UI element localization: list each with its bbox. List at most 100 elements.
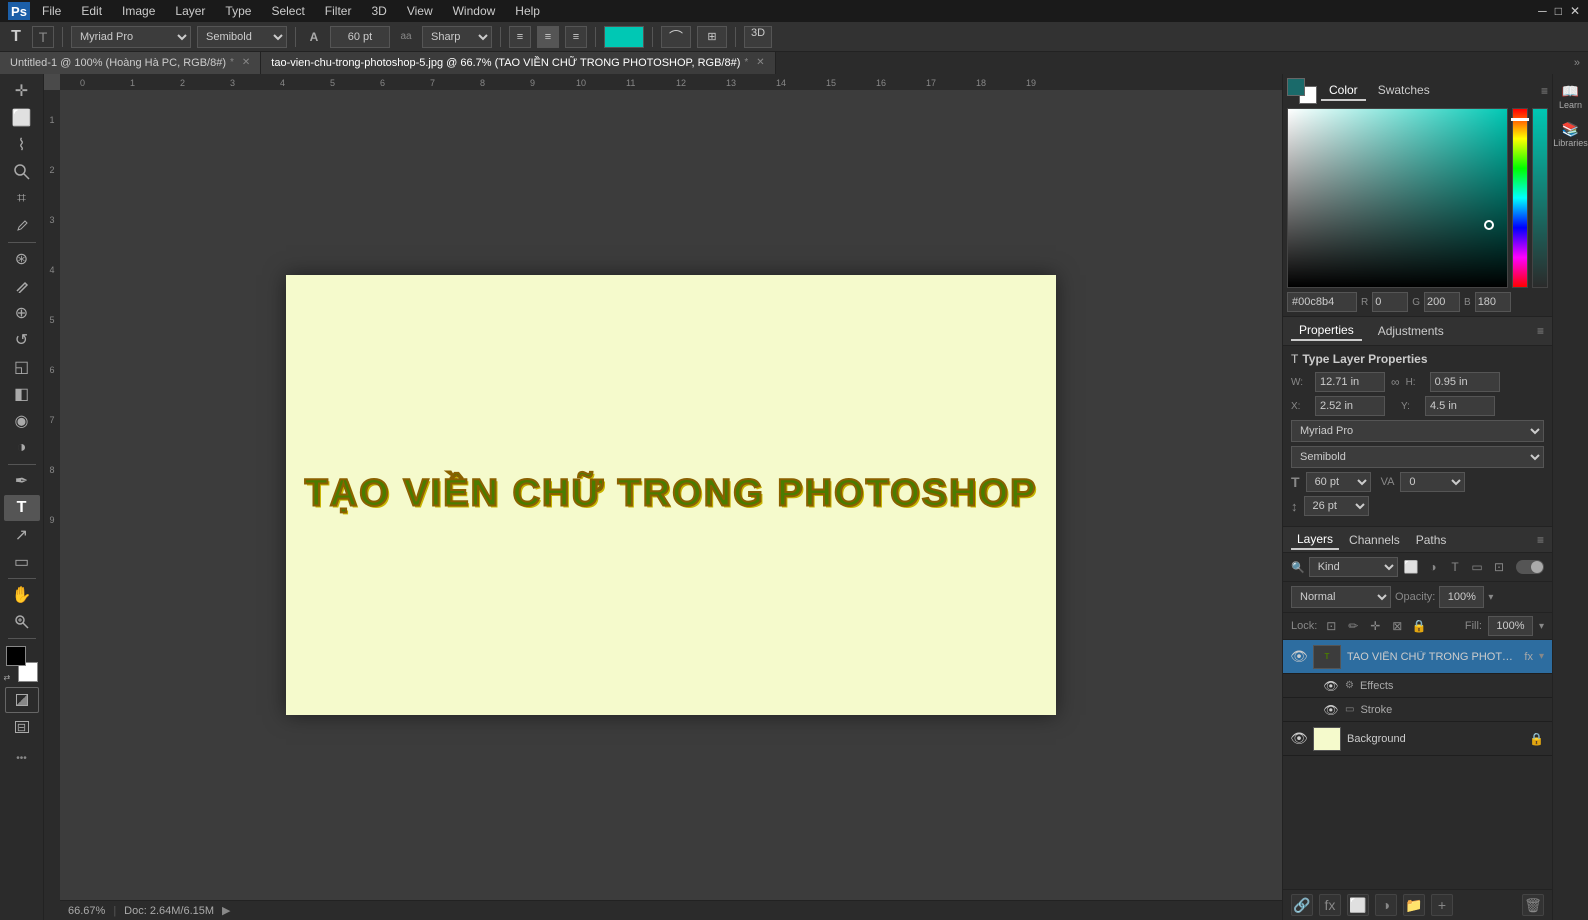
quick-mask-btn[interactable] bbox=[5, 687, 39, 713]
layer-text-item[interactable]: 👁 T TAO VIỀN CHỮ TRONG PHOTOSH... fx ▾ bbox=[1283, 640, 1552, 674]
move-tool[interactable]: ✛ bbox=[4, 78, 40, 104]
lasso-tool[interactable]: ⌇ bbox=[4, 132, 40, 158]
marquee-tool[interactable]: ⬜ bbox=[4, 105, 40, 131]
props-leading-select[interactable]: 26 pt bbox=[1304, 496, 1369, 516]
tab-untitled[interactable]: Untitled-1 @ 100% (Hoàng Hà PC, RGB/8#) … bbox=[0, 52, 261, 74]
swatches-tab[interactable]: Swatches bbox=[1370, 81, 1438, 101]
link-dimensions-icon[interactable]: ∞ bbox=[1391, 375, 1400, 389]
layer-bg-item[interactable]: 👁 Background 🔒 bbox=[1283, 722, 1552, 756]
color-picker-area[interactable] bbox=[1287, 108, 1548, 288]
fg-swatch[interactable] bbox=[6, 646, 26, 666]
props-size-select[interactable]: 60 pt bbox=[1306, 472, 1371, 492]
props-tracking-select[interactable]: 0 bbox=[1400, 472, 1465, 492]
layer-mask-btn[interactable]: ⬜ bbox=[1347, 894, 1369, 916]
expand-icon[interactable]: ▾ bbox=[1539, 651, 1544, 662]
rectangle-tool[interactable]: ▭ bbox=[4, 549, 40, 575]
opacity-slider[interactable] bbox=[1532, 108, 1548, 288]
spot-heal-tool[interactable]: ⊛ bbox=[4, 246, 40, 272]
color-hex-input[interactable]: #00c8b4 bbox=[1287, 292, 1357, 312]
menu-filter[interactable]: Filter bbox=[317, 0, 360, 22]
opacity-input[interactable] bbox=[1439, 586, 1484, 608]
warp-text-btn[interactable]: ⌒ bbox=[661, 26, 691, 48]
menu-help[interactable]: Help bbox=[507, 0, 548, 22]
layer-effects-item[interactable]: 👁 ⚙ Effects bbox=[1283, 674, 1552, 698]
lock-all-btn[interactable]: 🔒 bbox=[1411, 618, 1427, 634]
align-left-btn[interactable]: ≡ bbox=[509, 26, 531, 48]
menu-window[interactable]: Window bbox=[445, 0, 504, 22]
adjustments-tab[interactable]: Adjustments bbox=[1370, 322, 1452, 340]
y-input[interactable] bbox=[1425, 396, 1495, 416]
filter-adjust-icon[interactable]: ◑ bbox=[1424, 558, 1442, 576]
eraser-tool[interactable]: ◱ bbox=[4, 354, 40, 380]
font-size-input[interactable] bbox=[330, 26, 390, 48]
channels-tab[interactable]: Channels bbox=[1343, 531, 1406, 549]
aa-mode-select[interactable]: Sharp bbox=[422, 26, 492, 48]
brush-tool[interactable] bbox=[4, 273, 40, 299]
layer-new-btn[interactable]: + bbox=[1431, 894, 1453, 916]
menu-type[interactable]: Type bbox=[217, 0, 259, 22]
menu-layer[interactable]: Layer bbox=[167, 0, 213, 22]
menu-view[interactable]: View bbox=[399, 0, 441, 22]
color-swatch-preview[interactable] bbox=[1287, 78, 1317, 104]
learn-btn[interactable]: 📖 Learn bbox=[1557, 82, 1585, 110]
blur-tool[interactable]: ◉ bbox=[4, 408, 40, 434]
layer-link-btn[interactable]: 🔗 bbox=[1291, 894, 1313, 916]
x-input[interactable] bbox=[1315, 396, 1385, 416]
menu-3d[interactable]: 3D bbox=[363, 0, 394, 22]
maximize-btn[interactable]: □ bbox=[1555, 4, 1562, 18]
3d-btn[interactable]: 3D bbox=[744, 26, 772, 48]
color-tab[interactable]: Color bbox=[1321, 81, 1366, 101]
tab-tao-vien[interactable]: tao-vien-chu-trong-photoshop-5.jpg @ 66.… bbox=[261, 52, 775, 74]
quick-select-tool[interactable] bbox=[4, 159, 40, 185]
menu-image[interactable]: Image bbox=[114, 0, 163, 22]
r-input[interactable] bbox=[1372, 292, 1408, 312]
align-center-btn[interactable]: ≡ bbox=[537, 26, 559, 48]
path-select-tool[interactable]: ↗ bbox=[4, 522, 40, 548]
layer-group-btn[interactable]: 📁 bbox=[1403, 894, 1425, 916]
type-tool[interactable]: T bbox=[4, 495, 40, 521]
filter-shape-icon[interactable]: ▭ bbox=[1468, 558, 1486, 576]
menu-file[interactable]: File bbox=[34, 0, 69, 22]
filter-pixel-icon[interactable]: ⬜ bbox=[1402, 558, 1420, 576]
canvas-content[interactable]: TẠO VIỀN CHỮ TRONG PHOTOSHOP bbox=[60, 90, 1282, 900]
opacity-arrow[interactable]: ▾ bbox=[1488, 592, 1493, 603]
menu-select[interactable]: Select bbox=[263, 0, 312, 22]
fill-arrow[interactable]: ▾ bbox=[1539, 621, 1544, 632]
zoom-tool[interactable] bbox=[4, 609, 40, 635]
eyedropper-tool[interactable] bbox=[4, 213, 40, 239]
more-tools-btn[interactable]: ••• bbox=[4, 745, 40, 771]
props-font-family[interactable]: Myriad Pro bbox=[1291, 420, 1544, 442]
layer-bg-visibility[interactable]: 👁 bbox=[1291, 731, 1307, 747]
tab-untitled-close[interactable]: ✕ bbox=[242, 52, 250, 74]
filter-type-icon[interactable]: T bbox=[1446, 558, 1464, 576]
paths-tab[interactable]: Paths bbox=[1410, 531, 1453, 549]
menu-edit[interactable]: Edit bbox=[73, 0, 110, 22]
blend-mode-select[interactable]: Normal bbox=[1291, 586, 1391, 608]
lock-paint-btn[interactable]: ✏ bbox=[1345, 618, 1361, 634]
libraries-btn[interactable]: 📚 Libraries bbox=[1557, 120, 1585, 148]
clone-tool[interactable]: ⊕ bbox=[4, 300, 40, 326]
fill-input[interactable] bbox=[1488, 616, 1533, 636]
font-family-select[interactable]: Myriad Pro bbox=[71, 26, 191, 48]
align-right-btn[interactable]: ≡ bbox=[565, 26, 587, 48]
b-input[interactable] bbox=[1475, 292, 1511, 312]
layer-text-visibility[interactable]: 👁 bbox=[1291, 649, 1307, 665]
history-tool[interactable]: ↺ bbox=[4, 327, 40, 353]
props-font-style[interactable]: Semibold bbox=[1291, 446, 1544, 468]
layer-stroke-item[interactable]: 👁 ▭ Stroke bbox=[1283, 698, 1552, 722]
dodge-tool[interactable]: ◑ bbox=[4, 435, 40, 461]
gradient-tool[interactable]: ◧ bbox=[4, 381, 40, 407]
text-color-btn[interactable] bbox=[604, 26, 644, 48]
filter-smart-icon[interactable]: ⊡ bbox=[1490, 558, 1508, 576]
hue-slider[interactable] bbox=[1512, 108, 1528, 288]
pen-tool[interactable]: ✒ bbox=[4, 468, 40, 494]
color-panel-menu[interactable]: ≡ bbox=[1541, 84, 1548, 98]
fx-icon[interactable]: fx bbox=[1524, 651, 1533, 663]
layer-adjustment-btn[interactable]: ◑ bbox=[1375, 894, 1397, 916]
color-swatches[interactable]: ⇄ bbox=[4, 646, 40, 682]
layer-stroke-visibility[interactable]: 👁 bbox=[1323, 702, 1339, 718]
color-gradient[interactable] bbox=[1287, 108, 1508, 288]
status-arrow[interactable]: ▶ bbox=[222, 904, 230, 917]
hand-tool[interactable]: ✋ bbox=[4, 582, 40, 608]
width-input[interactable] bbox=[1315, 372, 1385, 392]
